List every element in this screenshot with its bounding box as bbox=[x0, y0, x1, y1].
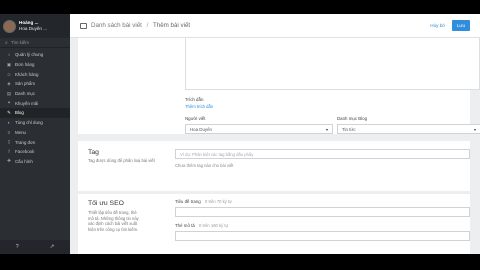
sidebar-item-tag[interactable]: ◈ Sản phẩm bbox=[0, 79, 70, 89]
main-content: Danh sách bài viết / Thêm bài viết Hủy b… bbox=[70, 14, 480, 254]
sidebar-item-facebook[interactable]: f Facebook bbox=[0, 147, 70, 157]
sidebar-item-label: Blog bbox=[15, 110, 24, 116]
help-icon[interactable]: ? bbox=[16, 244, 19, 250]
cart-icon: ▣ bbox=[6, 61, 12, 67]
palette-icon: ◐ bbox=[7, 120, 11, 126]
tag-input-placeholder: Ví dụ: Phân biệt các tag bằng dấu phẩy bbox=[180, 151, 254, 157]
sidebar-item-label: Khuyến mãi bbox=[15, 100, 39, 106]
author-select[interactable]: Hoa Duyên ▾ bbox=[185, 124, 333, 134]
avatar bbox=[3, 19, 16, 33]
sidebar-nav: ⌂ Quản lý chung ▣ Đơn hàng ☺ Khách hàng ◈ Sản p… bbox=[0, 48, 70, 166]
seo-description-label: Thẻ mô tả 0 trên 160 ký tự bbox=[175, 223, 229, 228]
breadcrumb-separator: / bbox=[146, 22, 149, 29]
sidebar-item-home[interactable]: ⌂ Quản lý chung bbox=[0, 50, 70, 60]
external-link-icon[interactable]: ↗ bbox=[50, 244, 55, 250]
chevron-down-icon: ▾ bbox=[473, 126, 476, 132]
author-value: Hoa Duyên bbox=[190, 126, 212, 132]
chevron-down-icon: ▾ bbox=[325, 126, 328, 132]
sidebar-item-label: Sản phẩm bbox=[15, 81, 36, 87]
seo-page-title-input[interactable] bbox=[175, 207, 470, 217]
save-button[interactable]: Lưu bbox=[451, 20, 470, 31]
sidebar-footer: ? ↗ bbox=[0, 240, 70, 254]
seo-section-title: Tối ưu SEO bbox=[88, 200, 124, 207]
blog-list-icon bbox=[80, 22, 87, 29]
sidebar-item-cart[interactable]: ▣ Đơn hàng bbox=[0, 60, 70, 70]
seo-card: Tối ưu SEO Thiết lập tiêu đề trang, thẻ … bbox=[78, 194, 470, 254]
seo-description-input[interactable] bbox=[175, 231, 470, 241]
sidebar-item-users[interactable]: ☺ Khách hàng bbox=[0, 69, 70, 79]
menu-icon: ≡ bbox=[7, 129, 11, 135]
sidebar-item-gift[interactable]: ✦ Khuyến mãi bbox=[0, 98, 70, 108]
post-details-card: Trích dẫn Thêm trích dẫn Người viết Hoa … bbox=[78, 38, 480, 134]
sidebar: Hoàng ... Hoa Duyên ... ⌕ Tìm kiếm ⌂ Quản… bbox=[0, 14, 70, 254]
app-window: Hoàng ... Hoa Duyên ... ⌕ Tìm kiếm ⌂ Quản… bbox=[0, 0, 480, 270]
tag-section-title: Tag bbox=[88, 149, 99, 156]
sidebar-item-label: Đơn hàng bbox=[15, 62, 35, 68]
category-value: Tin tức bbox=[342, 126, 356, 132]
breadcrumb-parent[interactable]: Danh sách bài viết bbox=[91, 22, 142, 29]
sidebar-item-label: Trang đơn bbox=[15, 139, 36, 145]
sidebar-item-settings[interactable]: ✚ Cấu hình bbox=[0, 157, 70, 167]
sidebar-search[interactable]: ⌕ Tìm kiếm bbox=[0, 38, 70, 48]
author-label: Người viết bbox=[185, 116, 206, 121]
breadcrumb: Danh sách bài viết / Thêm bài viết bbox=[91, 22, 190, 29]
sidebar-item-label: Khách hàng bbox=[15, 71, 39, 77]
folder-icon: ▤ bbox=[6, 90, 12, 96]
seo-section-description: Thiết lập tiêu đề trang, thẻ mô tả. Nhữn… bbox=[88, 210, 139, 232]
page-title: Thêm bài viết bbox=[152, 22, 191, 29]
sidebar-item-folder[interactable]: ▤ Danh mục bbox=[0, 89, 70, 99]
page-title-char-count: 0 trên 70 ký tự bbox=[204, 199, 232, 204]
settings-icon: ✚ bbox=[7, 158, 11, 164]
page-icon: ▯ bbox=[7, 139, 11, 145]
tag-input[interactable]: Ví dụ: Phân biệt các tag bằng dấu phẩy bbox=[175, 149, 470, 159]
users-icon: ☺ bbox=[6, 71, 12, 77]
tag-hint: Chưa thêm tag nào cho bài viết bbox=[175, 163, 234, 168]
sidebar-item-label: Danh mục bbox=[15, 91, 36, 97]
facebook-icon: f bbox=[8, 149, 10, 155]
content-editor[interactable] bbox=[185, 38, 480, 90]
sidebar-item-label: Facebook bbox=[15, 149, 35, 155]
search-icon: ⌕ bbox=[5, 39, 8, 46]
sidebar-item-label: Menu bbox=[15, 129, 26, 135]
sidebar-item-label: Quản lý chung bbox=[15, 52, 44, 58]
cancel-button[interactable]: Hủy bỏ bbox=[430, 23, 445, 28]
add-excerpt-link[interactable]: Thêm trích dẫn bbox=[185, 104, 213, 109]
tag-icon: ◈ bbox=[7, 80, 11, 86]
home-icon: ⌂ bbox=[7, 52, 11, 58]
blog-icon: ✎ bbox=[7, 109, 11, 115]
gift-icon: ✦ bbox=[7, 100, 11, 106]
sidebar-search-label: Tìm kiếm bbox=[10, 40, 29, 45]
sidebar-item-label: Tùng chỉ dung bbox=[15, 120, 43, 126]
store-name: Hoa Duyên ... bbox=[19, 26, 48, 31]
description-char-count: 0 trên 160 ký tự bbox=[199, 223, 229, 228]
excerpt-label: Trích dẫn bbox=[185, 97, 204, 102]
sidebar-item-palette[interactable]: ◐ Tùng chỉ dung bbox=[0, 118, 70, 128]
sidebar-item-blog[interactable]: ✎ Blog bbox=[0, 108, 70, 118]
category-label: Danh mục Blog bbox=[337, 116, 368, 121]
sidebar-item-page[interactable]: ▯ Trang đơn bbox=[0, 137, 70, 147]
sidebar-item-menu[interactable]: ≡ Menu bbox=[0, 128, 70, 138]
tag-card: Tag Tag được dùng để phân loại bài viết … bbox=[78, 141, 470, 191]
seo-page-title-label: Tiêu đề trang 0 trên 70 ký tự bbox=[175, 199, 232, 204]
sidebar-item-label: Cấu hình bbox=[15, 158, 33, 164]
category-select[interactable]: Tin tức ▾ bbox=[337, 124, 480, 134]
top-bar: Danh sách bài viết / Thêm bài viết Hủy b… bbox=[70, 14, 480, 38]
tag-section-description: Tag được dùng để phân loại bài viết bbox=[88, 158, 155, 163]
user-profile[interactable]: Hoàng ... Hoa Duyên ... bbox=[0, 14, 70, 38]
